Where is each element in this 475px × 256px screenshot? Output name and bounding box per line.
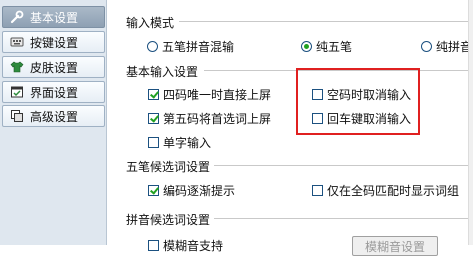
sidebar-item-key-settings[interactable]: 按键设置 [2,31,105,53]
section-title-input-mode: 输入模式 [126,16,175,30]
radio-wubi-pinyin-mixed[interactable]: 五笔拼音混输 [147,38,234,55]
highlight-annotation [296,68,420,135]
tshirt-icon [10,60,24,74]
radio-button[interactable] [421,41,432,52]
sidebar-item-label: 按键设置 [30,35,79,50]
keyboard-icon [10,35,24,49]
checkbox-code-progressive-hint[interactable]: 编码逐渐提示 [148,182,235,199]
checkbox[interactable] [148,89,159,100]
sidebar-item-label: 基本设置 [30,10,79,25]
divider [214,165,469,166]
section-title-basic-input: 基本输入设置 [126,65,199,79]
radio-pure-wubi[interactable]: 纯五笔 [301,38,352,55]
sidebar-item-basic-settings[interactable]: 基本设置 [2,6,105,28]
section-title-pinyin-candidates: 拼音候选词设置 [126,213,211,227]
window-icon [10,85,24,99]
sidebar-item-label: 皮肤设置 [30,60,79,75]
checkbox-fuzzy-pinyin-support[interactable]: 模糊音支持 [148,237,223,254]
settings-panel: 输入模式 五笔拼音混输 纯五笔 纯拼音 基本输入设置 四码唯一时直接上屏 第五码… [107,0,475,256]
checkbox-four-code-unique-commit[interactable]: 四码唯一时直接上屏 [148,86,271,103]
checkbox[interactable] [312,185,323,196]
sidebar-item-label: 高级设置 [30,109,79,124]
sidebar: 基本设置 按键设置 皮肤设置 界面设置 高级设置 [0,0,107,245]
copy-icon [10,109,24,123]
sidebar-item-ui-settings[interactable]: 界面设置 [2,81,105,103]
divider [179,21,469,22]
radio-button-selected[interactable] [301,41,312,52]
sidebar-item-skin-settings[interactable]: 皮肤设置 [2,56,105,78]
sidebar-item-advanced-settings[interactable]: 高级设置 [2,105,105,127]
checkbox[interactable] [148,240,159,251]
checkbox-single-char-input[interactable]: 单字输入 [148,134,211,151]
fuzzy-settings-button[interactable]: 模糊音设置 [352,236,438,256]
wrench-icon [10,10,24,24]
checkbox-full-code-phrases-only[interactable]: 仅在全码匹配时显示词组 [312,182,459,199]
section-title-wubi-candidates: 五笔候选词设置 [126,160,211,174]
scrollbar[interactable] [468,0,473,245]
checkbox[interactable] [148,137,159,148]
divider [214,218,469,219]
checkbox[interactable] [148,113,159,124]
radio-pure-pinyin[interactable]: 纯拼音 [421,38,472,55]
checkbox-fifth-code-commit-first[interactable]: 第五码将首选词上屏 [148,110,271,127]
checkbox[interactable] [148,185,159,196]
sidebar-item-label: 界面设置 [30,85,79,100]
radio-button[interactable] [147,41,158,52]
